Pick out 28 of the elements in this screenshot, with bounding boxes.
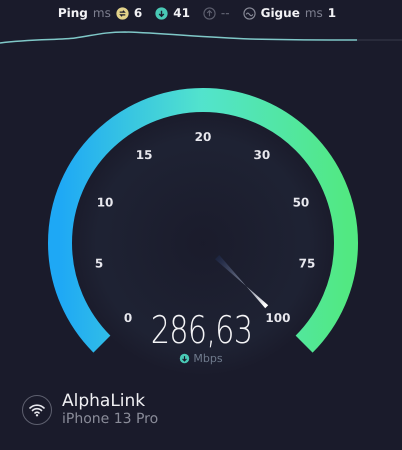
scale-label: 10 [96,195,114,210]
jitter-label: Gigue [260,6,300,20]
jitter-unit: ms [304,6,323,20]
ping-unit: ms [92,6,111,20]
upload-icon [202,6,216,20]
ping-value: 41 [173,6,190,20]
ping-label: Ping [58,6,88,20]
scale-label: 75 [298,256,316,271]
scale-label: 30 [254,148,270,162]
ping-value: -- [220,6,230,20]
scale-label: 5 [94,256,104,271]
jitter-icon [242,6,256,20]
scale-label: 0 [124,310,132,325]
ping-value: 6 [134,6,142,20]
download-icon [179,353,190,364]
network-name: AlphaLink [62,391,146,411]
scale-label: 15 [136,148,152,162]
scale-label: 50 [292,195,310,210]
jitter-value: 1 [328,6,336,20]
download-icon [155,6,168,20]
speed-unit: Mbps [193,352,223,365]
wifi-icon [22,394,52,424]
gauge-needle [215,255,268,308]
speed-value: 286,63 [150,308,252,352]
scale-label: 100 [265,310,290,325]
scale-label: 20 [194,130,212,144]
ping-icon [116,6,129,20]
device-name: iPhone 13 Pro [62,411,158,428]
